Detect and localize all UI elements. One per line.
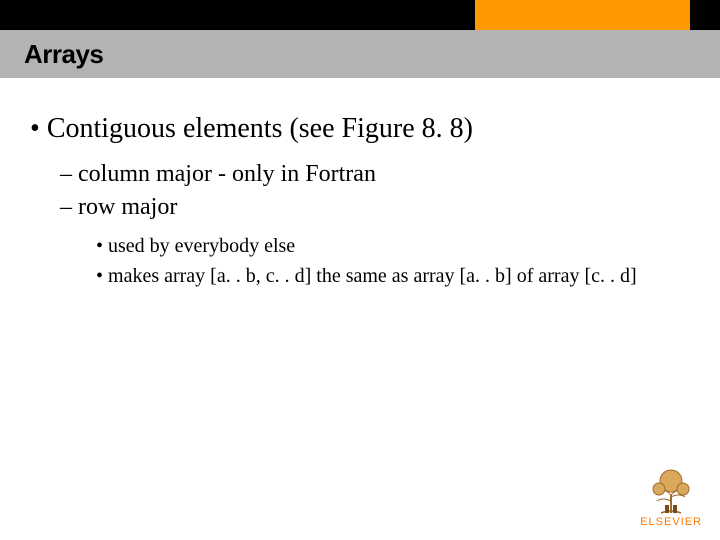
topbar bbox=[0, 0, 720, 30]
publisher-name: ELSEVIER bbox=[640, 516, 702, 528]
slide-body: Contiguous elements (see Figure 8. 8) co… bbox=[30, 110, 690, 303]
list-item: used by everybody else bbox=[96, 231, 690, 261]
bullet-text: Contiguous elements (see Figure 8. 8) bbox=[47, 113, 473, 144]
list-item: Contiguous elements (see Figure 8. 8) co… bbox=[30, 110, 690, 291]
bullet-text: column major - only in Fortran bbox=[78, 161, 376, 187]
accent-block bbox=[475, 0, 690, 30]
bullet-text: used by everybody else bbox=[108, 235, 295, 257]
slide-title: Arrays bbox=[0, 39, 103, 70]
tree-icon bbox=[643, 467, 699, 515]
bullet-list: used by everybody else makes array [a. .… bbox=[96, 231, 690, 291]
bullet-list: Contiguous elements (see Figure 8. 8) co… bbox=[30, 110, 690, 291]
slide: Arrays Contiguous elements (see Figure 8… bbox=[0, 0, 720, 540]
bullet-list: column major - only in Fortran row major… bbox=[60, 158, 690, 291]
bullet-text: makes array [a. . b, c. . d] the same as… bbox=[108, 265, 637, 287]
bullet-text: row major bbox=[78, 194, 177, 220]
list-item: row major used by everybody else makes a… bbox=[60, 191, 690, 291]
title-band: Arrays bbox=[0, 30, 720, 78]
publisher-logo: ELSEVIER bbox=[640, 467, 702, 528]
list-item: column major - only in Fortran bbox=[60, 158, 690, 192]
list-item: makes array [a. . b, c. . d] the same as… bbox=[96, 261, 690, 291]
